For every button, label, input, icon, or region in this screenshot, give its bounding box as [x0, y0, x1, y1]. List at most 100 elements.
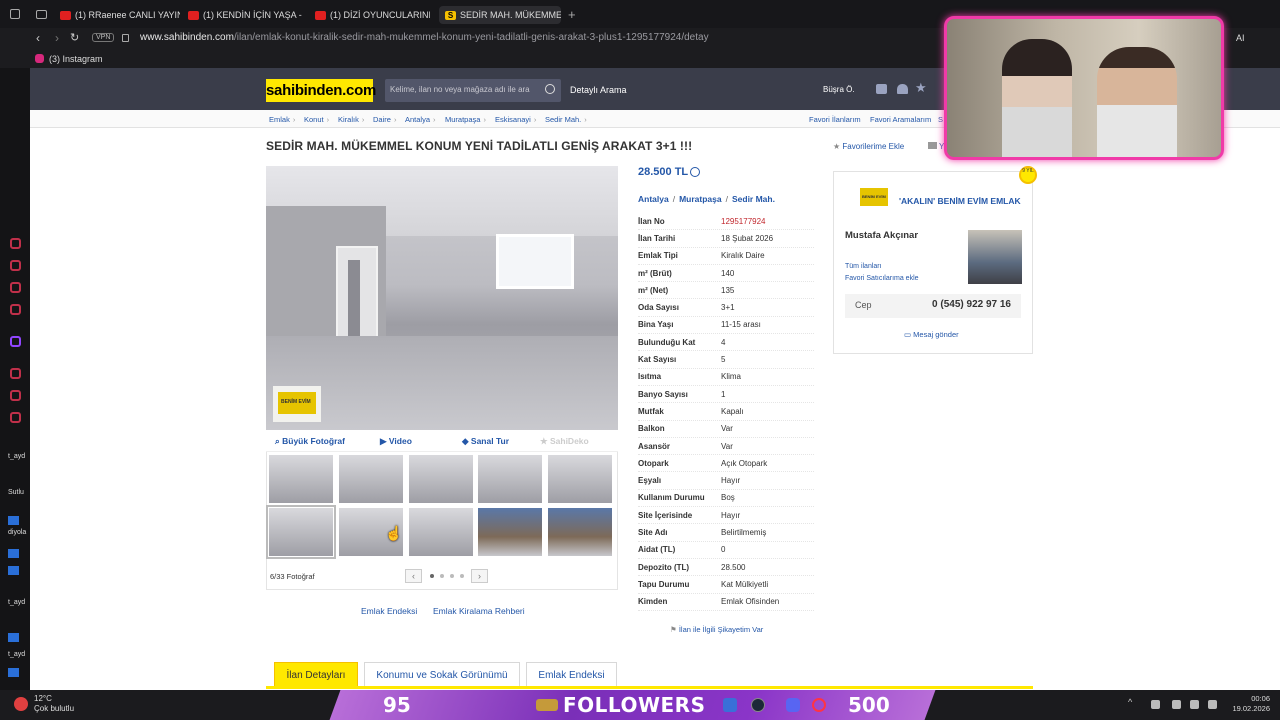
left-sidebar: t_ayd Sutlu diyola t_ayd t_ayd — [0, 68, 30, 690]
page-dot[interactable] — [460, 574, 464, 578]
virtual-tour-button[interactable]: ◆ Sanal Tur — [462, 436, 509, 447]
url-field[interactable]: www.sahibinden.com/ilan/emlak-konut-kira… — [140, 32, 709, 43]
add-favorite-button[interactable]: ★ Favorilerime Ekle — [833, 142, 904, 151]
sidebar-app-icon[interactable] — [10, 282, 21, 293]
vpn-badge[interactable]: VPN — [92, 33, 115, 42]
site-logo[interactable]: sahibinden.com — [266, 79, 376, 102]
photo-thumbnail[interactable] — [408, 454, 474, 504]
page-dot[interactable] — [430, 574, 434, 578]
favorite-searches-link[interactable]: Favori Aramalarım — [870, 115, 931, 124]
sidebar-app-icon[interactable] — [10, 368, 21, 379]
video-button[interactable]: ▶ Video — [380, 436, 412, 447]
breadcrumb-item[interactable]: Eskisanayi › — [495, 115, 536, 124]
location-district[interactable]: Muratpaşa — [679, 194, 722, 204]
complaint-link[interactable]: ⚑ İlan ile İlgili Şikayetim Var — [670, 625, 763, 634]
back-icon[interactable]: ‹ — [36, 31, 40, 45]
page-dot[interactable] — [450, 574, 454, 578]
breadcrumb-item[interactable]: Daire › — [373, 115, 396, 124]
steam-icon[interactable] — [751, 698, 765, 712]
tab-listing-details[interactable]: İlan Detayları — [274, 662, 358, 688]
detail-row: Oda Sayısı 3+1 — [638, 299, 814, 317]
ai-button[interactable]: AI — [1236, 33, 1245, 43]
system-clock[interactable]: 00:06 19.02.2026 — [1226, 694, 1270, 714]
rental-guide-link[interactable]: Emlak Kiralama Rehberi — [433, 606, 525, 616]
browser-menu-icon[interactable] — [10, 9, 20, 19]
search-icon[interactable] — [545, 84, 555, 94]
location-city[interactable]: Antalya — [638, 194, 669, 204]
breadcrumb-item[interactable]: Konut › — [304, 115, 329, 124]
all-listings-link[interactable]: Tüm ilanları — [845, 263, 882, 270]
tab-list-icon[interactable] — [36, 10, 47, 19]
browser-tab-2[interactable]: (1) KENDİN İÇİN YAŞA - Yo — [188, 6, 302, 24]
breadcrumb-item[interactable]: Kiralık › — [338, 115, 364, 124]
store-name[interactable]: 'AKALIN' BENİM EVİM EMLAK — [899, 196, 1021, 206]
tab-emlak-endeksi[interactable]: Emlak Endeksi — [526, 662, 617, 688]
sidebar-app-icon[interactable] — [10, 390, 21, 401]
photo-thumbnail-selected[interactable] — [266, 505, 336, 559]
bell-icon[interactable] — [897, 84, 908, 94]
detailed-search-link[interactable]: Detaylı Arama — [570, 85, 627, 95]
breadcrumb-item[interactable]: Muratpaşa › — [445, 115, 486, 124]
chevron-up-icon[interactable]: ^ — [1128, 697, 1137, 707]
send-message-button[interactable]: ▭ Mesaj gönder — [904, 330, 959, 339]
big-photo-button[interactable]: ⌕ Büyük Fotoğraf — [275, 436, 345, 447]
detail-row: Kullanım Durumu Boş — [638, 490, 814, 508]
browser-tab-3[interactable]: (1) DİZİ OYUNCULARININ — [315, 6, 430, 24]
breadcrumb-item[interactable]: Emlak › — [269, 115, 295, 124]
prev-page-button[interactable]: ‹ — [405, 569, 422, 583]
photo-thumbnail[interactable] — [547, 454, 613, 504]
detail-row: İlan No 1295177924 — [638, 213, 814, 231]
chat-badge-icon — [8, 668, 19, 677]
photo-thumbnail[interactable] — [477, 454, 543, 504]
listing-details-table: İlan No 1295177924 İlan Tarihi 18 Şubat 20… — [638, 213, 814, 611]
breadcrumb-item[interactable]: Sedir Mah. › — [545, 115, 587, 124]
browser-tab-1[interactable]: (1) RRaenee CANLI YAYINI — [60, 6, 180, 24]
page-dot[interactable] — [440, 574, 444, 578]
sidebar-app-icon[interactable] — [10, 260, 21, 271]
weather-widget[interactable]: 12°C Çok bulutlu — [34, 694, 74, 714]
main-photo[interactable]: BENİM EVİM — [266, 166, 618, 430]
left-counter: 95 — [383, 693, 411, 717]
discord-icon[interactable] — [786, 698, 800, 712]
new-tab-button[interactable]: + — [568, 7, 576, 22]
search-input[interactable]: Kelime, ilan no veya mağaza adı ile ara — [385, 79, 561, 102]
opera-icon[interactable] — [812, 698, 826, 712]
price-history-icon[interactable] — [690, 167, 700, 177]
app-icon[interactable] — [723, 698, 737, 712]
user-menu[interactable]: Büşra Ö. — [823, 85, 855, 94]
volume-icon[interactable] — [1208, 700, 1217, 709]
forward-icon[interactable]: › — [55, 31, 59, 45]
emlak-endeksi-link[interactable]: Emlak Endeksi — [361, 606, 417, 616]
location-neighborhood[interactable]: Sedir Mah. — [732, 194, 775, 204]
mail-icon[interactable] — [876, 84, 887, 94]
breadcrumb-item[interactable]: Antalya › — [405, 115, 436, 124]
sidebar-app-icon[interactable] — [10, 412, 21, 423]
microphone-icon[interactable] — [1172, 700, 1181, 709]
wifi-icon[interactable] — [1190, 700, 1199, 709]
photo-thumbnail[interactable] — [477, 507, 543, 557]
star-icon[interactable]: ★ — [915, 80, 927, 96]
reload-icon[interactable]: ↻ — [70, 31, 79, 44]
network-icon[interactable] — [1151, 700, 1160, 709]
tab-location-street-view[interactable]: Konumu ve Sokak Görünümü — [364, 662, 520, 688]
chat-username: Sutlu — [8, 489, 24, 496]
next-page-button[interactable]: › — [471, 569, 488, 583]
top-link-truncated[interactable]: S — [938, 115, 943, 124]
phone-number[interactable]: 0 (545) 922 97 16 — [932, 299, 1011, 310]
stream-icon — [536, 699, 558, 711]
photo-thumbnail[interactable] — [408, 507, 474, 557]
favorite-listings-link[interactable]: Favori İlanlarım — [809, 115, 861, 124]
sidebar-app-icon[interactable] — [10, 238, 21, 249]
bookmark-instagram[interactable]: (3) Instagram — [49, 54, 103, 64]
detail-row: Balkon Var — [638, 421, 814, 438]
seller-card: BENİM EVİM 'AKALIN' BENİM EVİM EMLAK Mus… — [833, 171, 1033, 354]
store-logo[interactable]: BENİM EVİM — [860, 188, 888, 206]
add-favorite-seller-link[interactable]: Favori Satıcılarıma ekle — [845, 275, 919, 282]
photo-thumbnail[interactable] — [547, 507, 613, 557]
photo-thumbnail[interactable] — [268, 454, 334, 504]
photo-thumbnail[interactable] — [338, 454, 404, 504]
browser-tab-active[interactable]: SSEDİR MAH. MÜKEMMEL K — [439, 6, 561, 24]
sahideko-button[interactable]: ★ SahiDeko — [540, 436, 589, 447]
sidebar-app-icon[interactable] — [10, 304, 21, 315]
twitch-icon[interactable] — [10, 336, 21, 347]
